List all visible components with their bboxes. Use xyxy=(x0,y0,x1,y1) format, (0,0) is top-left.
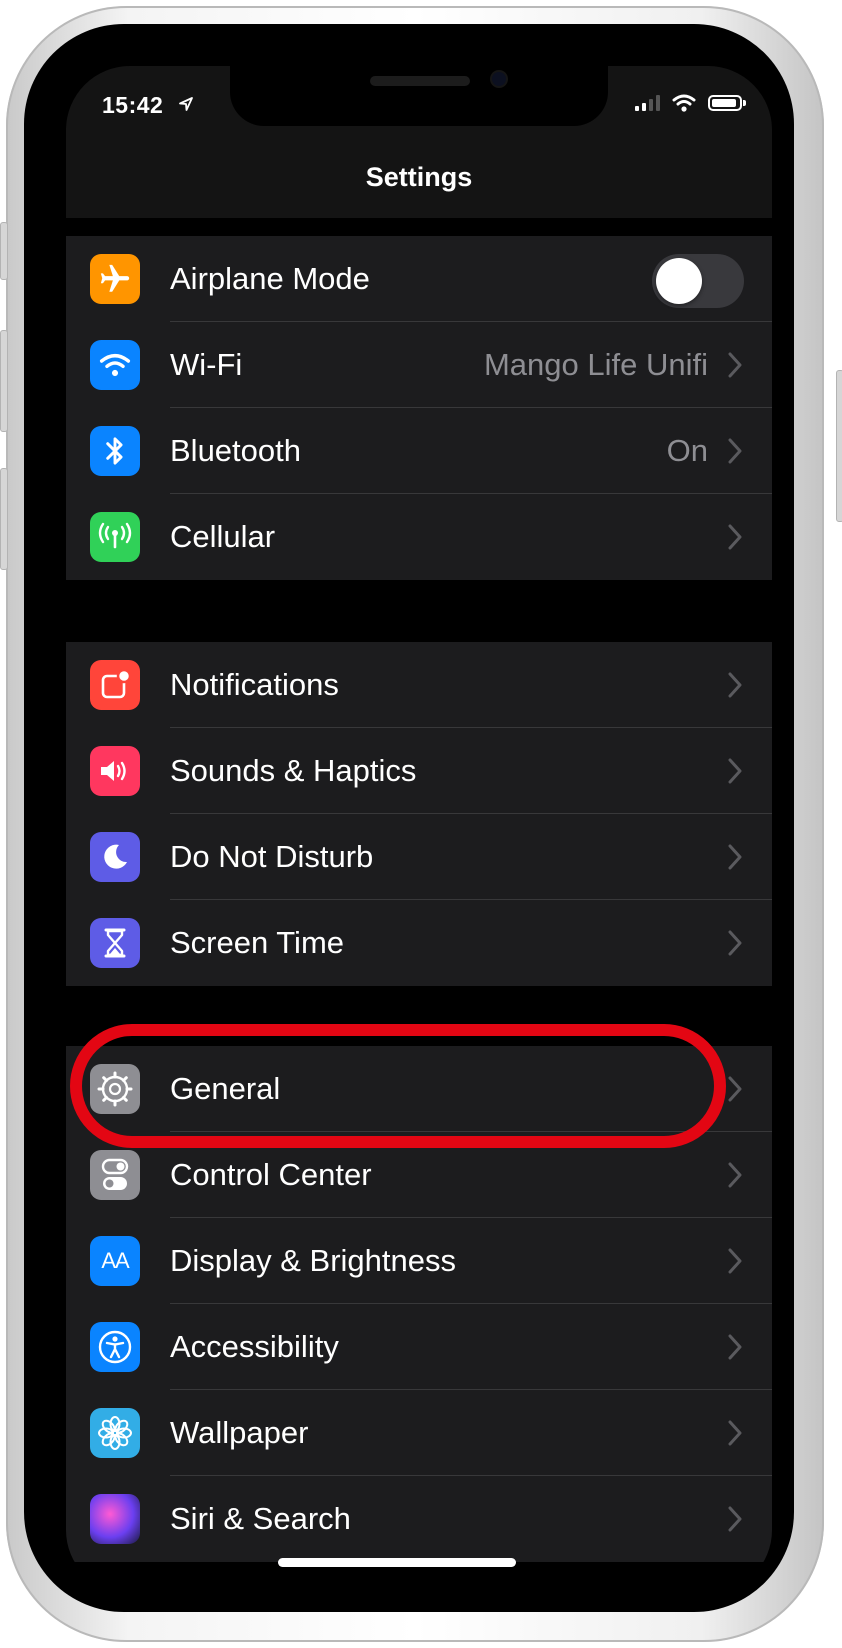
volume-up-button xyxy=(0,330,8,432)
toggle-knob xyxy=(656,258,702,304)
settings-group-general: General Control Center AA Display & Brig… xyxy=(66,1046,772,1562)
wifi-status-icon xyxy=(672,94,696,112)
settings-row-bluetooth[interactable]: Bluetooth On xyxy=(66,408,772,494)
speaker-icon xyxy=(90,746,140,796)
home-indicator[interactable] xyxy=(278,1558,516,1567)
wifi-icon xyxy=(90,340,140,390)
status-time: 15:42 xyxy=(102,92,164,118)
chevron-right-icon xyxy=(728,930,742,956)
row-label: Screen Time xyxy=(170,925,345,960)
chevron-right-icon xyxy=(728,438,742,464)
settings-row-general[interactable]: General xyxy=(66,1046,772,1132)
notch xyxy=(230,66,608,126)
text-size-icon: AA xyxy=(90,1236,140,1286)
moon-icon xyxy=(90,832,140,882)
notifications-icon xyxy=(90,660,140,710)
row-label: General xyxy=(170,1071,281,1106)
location-arrow-icon xyxy=(179,97,193,111)
chevron-right-icon xyxy=(728,352,742,378)
row-label: Sounds & Haptics xyxy=(170,753,417,788)
page-title: Settings xyxy=(365,162,473,192)
bluetooth-status: On xyxy=(666,433,708,468)
volume-down-button xyxy=(0,468,8,570)
chevron-right-icon xyxy=(728,1162,742,1188)
settings-row-airplane-mode[interactable]: Airplane Mode xyxy=(66,236,772,322)
settings-row-display-brightness[interactable]: AA Display & Brightness xyxy=(66,1218,772,1304)
row-label: Wi-Fi xyxy=(170,347,243,382)
settings-row-notifications[interactable]: Notifications xyxy=(66,642,772,728)
hourglass-icon xyxy=(90,918,140,968)
settings-group-connectivity: Airplane Mode Wi-Fi Mango Life Unifi Blu… xyxy=(66,236,772,580)
settings-row-accessibility[interactable]: Accessibility xyxy=(66,1304,772,1390)
wifi-network-name: Mango Life Unifi xyxy=(483,347,708,382)
settings-row-sounds-haptics[interactable]: Sounds & Haptics xyxy=(66,728,772,814)
chevron-right-icon xyxy=(728,1420,742,1446)
action-button xyxy=(0,222,8,280)
chevron-right-icon xyxy=(728,524,742,550)
row-label: Notifications xyxy=(170,667,339,702)
row-label: Wallpaper xyxy=(170,1415,309,1450)
cellular-signal-icon xyxy=(635,95,660,111)
chevron-right-icon xyxy=(728,1334,742,1360)
gear-icon xyxy=(90,1064,140,1114)
side-button xyxy=(836,370,842,522)
battery-icon xyxy=(708,95,746,111)
row-label: Accessibility xyxy=(170,1329,339,1364)
earpiece-speaker xyxy=(370,76,470,86)
row-label: Do Not Disturb xyxy=(170,839,374,874)
switches-icon xyxy=(90,1150,140,1200)
screen: 15:42 Settings Airplane Mode Wi-Fi Mango… xyxy=(66,66,772,1594)
row-label: Control Center xyxy=(170,1157,372,1192)
chevron-right-icon xyxy=(728,758,742,784)
chevron-right-icon xyxy=(728,844,742,870)
front-camera xyxy=(492,72,506,86)
settings-row-cellular[interactable]: Cellular xyxy=(66,494,772,580)
text-size-glyph: AA xyxy=(101,1248,129,1273)
settings-group-notifications: Notifications Sounds & Haptics Do Not Di… xyxy=(66,642,772,986)
chevron-right-icon xyxy=(728,1076,742,1102)
chevron-right-icon xyxy=(728,672,742,698)
status-indicators xyxy=(635,94,746,112)
siri-icon xyxy=(90,1494,140,1544)
settings-row-screen-time[interactable]: Screen Time xyxy=(66,900,772,986)
settings-row-do-not-disturb[interactable]: Do Not Disturb xyxy=(66,814,772,900)
accessibility-icon xyxy=(90,1322,140,1372)
row-label: Cellular xyxy=(170,519,276,554)
chevron-right-icon xyxy=(728,1248,742,1274)
row-label: Display & Brightness xyxy=(170,1243,457,1278)
cellular-icon xyxy=(90,512,140,562)
flower-icon xyxy=(90,1408,140,1458)
row-label: Airplane Mode xyxy=(170,261,370,296)
airplane-icon xyxy=(90,254,140,304)
bluetooth-icon xyxy=(90,426,140,476)
settings-row-control-center[interactable]: Control Center xyxy=(66,1132,772,1218)
airplane-mode-toggle[interactable] xyxy=(652,254,744,308)
row-label: Siri & Search xyxy=(170,1501,351,1536)
row-label: Bluetooth xyxy=(170,433,301,468)
chevron-right-icon xyxy=(728,1506,742,1532)
settings-row-siri-search[interactable]: Siri & Search xyxy=(66,1476,772,1562)
settings-row-wallpaper[interactable]: Wallpaper xyxy=(66,1390,772,1476)
settings-row-wifi[interactable]: Wi-Fi Mango Life Unifi xyxy=(66,322,772,408)
